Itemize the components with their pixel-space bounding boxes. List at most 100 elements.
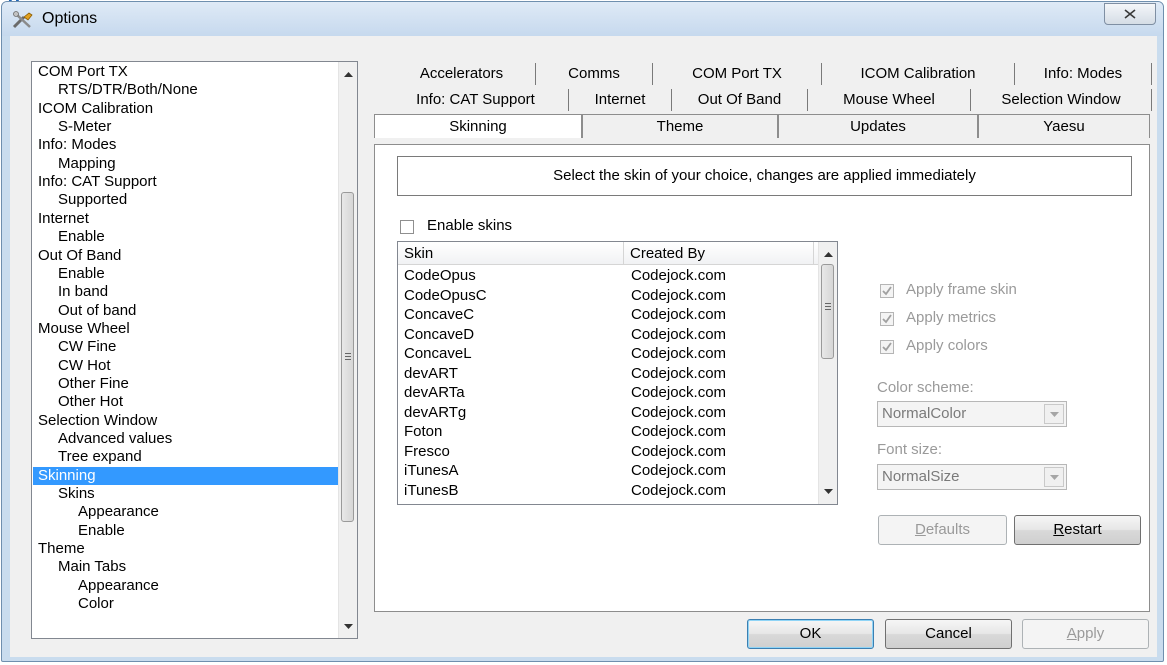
apply-frame-skin-checkbox[interactable] <box>880 284 894 298</box>
color-scheme-value: NormalColor <box>882 405 967 422</box>
tree-scroll-thumb[interactable] <box>341 192 354 522</box>
defaults-accelerator: D <box>914 521 926 538</box>
skin-list-item[interactable]: CodeOpusC Codejock.com <box>398 287 818 305</box>
skins-list[interactable]: Skin Created By CodeOpus Codejock.com Code… <box>397 241 838 505</box>
tab-out-of-band[interactable]: Out Of Band <box>672 89 808 111</box>
tab-selection-window[interactable]: Selection Window <box>971 89 1152 111</box>
tab-yaesu[interactable]: Yaesu <box>978 114 1150 138</box>
column-header-created-by[interactable]: Created By <box>624 242 814 264</box>
tree-item[interactable]: Enable <box>33 265 357 283</box>
skin-name: ConcaveC <box>404 306 475 323</box>
font-size-select[interactable]: NormalSize <box>877 464 1067 490</box>
tree-item[interactable]: Supported <box>33 191 357 209</box>
tree-item[interactable]: Skins <box>33 485 357 503</box>
skin-list-item[interactable]: iTunesB Codejock.com <box>398 482 818 500</box>
list-scroll-thumb[interactable] <box>821 264 834 359</box>
tree-item[interactable]: Selection Window <box>33 412 344 430</box>
color-scheme-select[interactable]: NormalColor <box>877 401 1067 427</box>
skin-list-item[interactable]: ConcaveL Codejock.com <box>398 345 818 363</box>
restart-button[interactable]: Restart <box>1014 515 1141 545</box>
skin-list-item[interactable]: iTunesA Codejock.com <box>398 462 818 480</box>
defaults-button[interactable]: Defaults <box>878 515 1007 545</box>
close-button[interactable] <box>1104 3 1156 25</box>
tree-item[interactable]: RTS/DTR/Both/None <box>33 81 357 99</box>
tree-item[interactable]: Mapping <box>33 155 357 173</box>
enable-skins-checkbox[interactable] <box>400 220 414 234</box>
ok-button[interactable]: OK <box>747 619 874 649</box>
tree-item[interactable]: Advanced values <box>33 430 357 448</box>
font-size-dropdown-button[interactable] <box>1044 467 1064 487</box>
skin-author: Codejock.com <box>631 306 727 323</box>
tree-item[interactable]: Appearance <box>33 503 357 521</box>
tree-item[interactable]: Enable <box>33 228 357 246</box>
tab-info-cat-support[interactable]: Info: CAT Support <box>383 89 569 111</box>
scroll-down-arrow[interactable] <box>339 617 357 635</box>
close-icon <box>1124 9 1136 19</box>
list-scroll-up-arrow[interactable] <box>819 245 837 263</box>
tree-item[interactable]: ICOM Calibration <box>33 100 344 118</box>
skins-list-scrollbar[interactable] <box>818 242 837 504</box>
options-tree[interactable]: COM Port TX RTS/DTR/Both/None ICOM Calibra… <box>31 61 358 639</box>
enable-skins-label[interactable]: Enable skins <box>427 217 512 234</box>
skin-list-item[interactable]: devARTg Codejock.com <box>398 404 818 422</box>
apply-metrics-checkbox[interactable] <box>880 312 894 326</box>
scroll-up-arrow[interactable] <box>339 65 357 83</box>
cancel-button[interactable]: Cancel <box>885 619 1012 649</box>
title-bar[interactable]: Options <box>2 2 1163 36</box>
tree-item[interactable]: COM Port TX <box>33 63 344 81</box>
tab-com-port-tx[interactable]: COM Port TX <box>653 63 822 85</box>
list-scroll-down-arrow[interactable] <box>819 482 837 500</box>
tree-item[interactable]: Info: Modes <box>33 136 344 154</box>
tab-updates[interactable]: Updates <box>778 114 978 138</box>
apply-button[interactable]: Apply <box>1022 619 1149 649</box>
skin-list-item[interactable]: devART Codejock.com <box>398 365 818 383</box>
tree-item[interactable]: Internet <box>33 210 344 228</box>
skin-list-item[interactable]: ConcaveD Codejock.com <box>398 326 818 344</box>
skin-author: Codejock.com <box>631 267 727 284</box>
tab-icom-calibration[interactable]: ICOM Calibration <box>822 63 1015 85</box>
tab-skinning[interactable]: Skinning <box>374 114 582 138</box>
column-header-skin[interactable]: Skin <box>398 242 624 264</box>
skin-name: Fresco <box>404 442 450 460</box>
tab-internet[interactable]: Internet <box>569 89 672 111</box>
tree-scrollbar[interactable] <box>338 62 357 638</box>
tree-item[interactable]: Enable <box>33 522 357 540</box>
skin-list-item[interactable]: CodeOpus Codejock.com <box>398 267 818 285</box>
tree-item[interactable]: Other Hot <box>33 393 357 411</box>
tree-item[interactable]: CW Hot <box>33 357 357 375</box>
tree-item[interactable]: Color <box>33 595 357 613</box>
apply-metrics-label: Apply metrics <box>906 309 997 326</box>
skin-list-item[interactable]: Foton Codejock.com <box>398 423 818 441</box>
tree-item[interactable]: Theme <box>33 540 344 558</box>
tree-item[interactable]: CW Fine <box>33 338 357 356</box>
chevron-down-icon <box>1049 474 1059 480</box>
tree-item[interactable]: Out of band <box>33 302 357 320</box>
checkmark-icon <box>882 286 892 296</box>
tab-theme[interactable]: Theme <box>582 114 778 138</box>
tree-item[interactable]: S-Meter <box>33 118 357 136</box>
color-scheme-label: Color scheme: <box>877 379 974 396</box>
tree-item[interactable]: Skinning <box>33 466 344 485</box>
tree-item[interactable]: Tree expand <box>33 448 357 466</box>
color-scheme-dropdown-button[interactable] <box>1044 404 1064 424</box>
skinning-tab-page: Select the skin of your choice, changes … <box>374 144 1150 612</box>
tab-mouse-wheel[interactable]: Mouse Wheel <box>808 89 971 111</box>
tab-comms[interactable]: Comms <box>536 63 653 85</box>
tree-item[interactable]: Out Of Band <box>33 247 344 265</box>
skin-list-item[interactable]: devARTa Codejock.com <box>398 384 818 402</box>
apply-colors-checkbox[interactable] <box>880 340 894 354</box>
tree-item[interactable]: Info: CAT Support <box>33 173 344 191</box>
skin-name: ConcaveD <box>404 325 475 343</box>
tree-item[interactable]: Main Tabs <box>33 558 357 576</box>
tree-item[interactable]: Appearance <box>33 577 357 595</box>
tab-accelerators[interactable]: Accelerators <box>388 63 536 85</box>
tree-item[interactable]: In band <box>33 283 357 301</box>
tab-info-modes[interactable]: Info: Modes <box>1015 63 1152 85</box>
chevron-down-icon <box>1049 411 1059 417</box>
skin-list-item[interactable]: ConcaveC Codejock.com <box>398 306 818 324</box>
tree-item[interactable]: Mouse Wheel <box>33 320 344 338</box>
skin-list-item[interactable]: Fresco Codejock.com <box>398 443 818 461</box>
arrow-down-icon <box>343 623 353 629</box>
skin-author: Codejock.com <box>631 384 727 401</box>
tree-item[interactable]: Other Fine <box>33 375 357 393</box>
